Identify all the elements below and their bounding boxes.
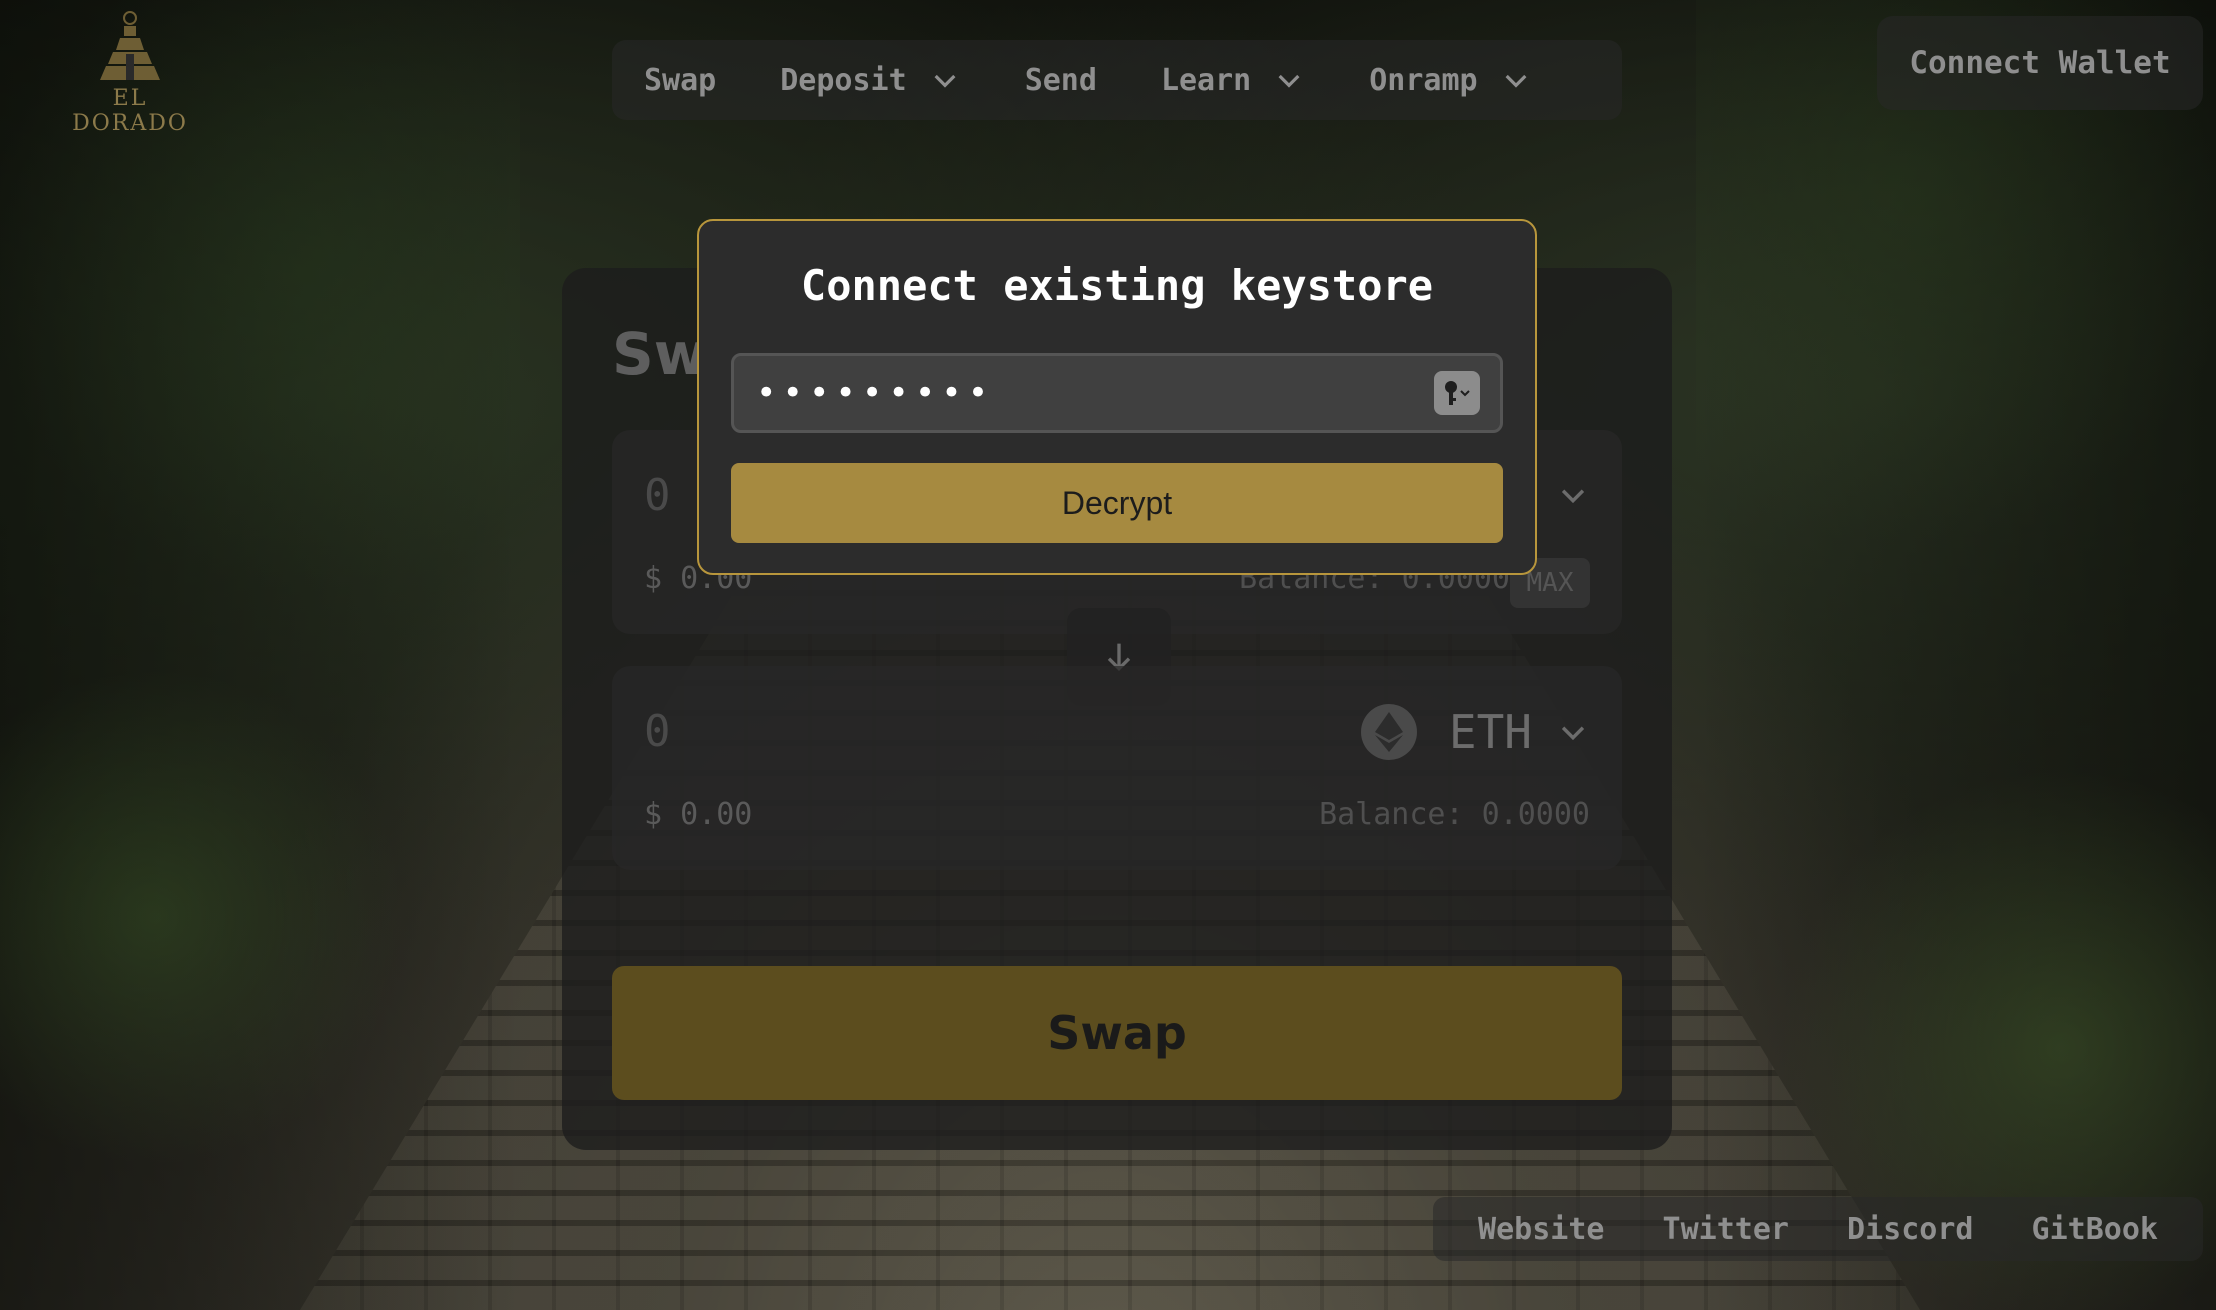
password-input[interactable]	[734, 355, 1434, 431]
nav-item-learn[interactable]: Learn	[1161, 63, 1305, 98]
to-token-symbol: ETH	[1448, 705, 1532, 759]
footer-link-website[interactable]: Website	[1478, 1212, 1604, 1247]
footer-link-gitbook[interactable]: GitBook	[2032, 1212, 2158, 1247]
logo[interactable]: EL DORADO	[55, 8, 205, 138]
password-field	[731, 353, 1503, 433]
nav-item-swap[interactable]: Swap	[644, 63, 716, 98]
logo-text: EL DORADO	[72, 86, 188, 136]
to-token-box: 0 ETH $ 0.00 Balance: 0.0000	[612, 666, 1622, 870]
chevron-down-icon	[1561, 489, 1585, 504]
nav-item-label: Deposit	[780, 62, 907, 98]
swap-submit-button[interactable]: Swap	[612, 966, 1622, 1100]
chevron-down-icon	[1278, 74, 1300, 88]
pyramid-logo-icon	[100, 11, 160, 80]
footer-links: Website Twitter Discord GitBook	[1433, 1197, 2203, 1261]
chevron-down-icon	[934, 74, 956, 88]
chevron-down-icon	[1505, 74, 1527, 88]
nav-item-label: Learn	[1160, 62, 1252, 98]
footer-link-discord[interactable]: Discord	[1847, 1212, 1973, 1247]
nav-item-label: Send	[1024, 62, 1097, 98]
nav-item-label: Swap	[644, 62, 717, 98]
to-usd-value: $ 0.00	[644, 797, 753, 832]
connect-wallet-button[interactable]: Connect Wallet	[1877, 16, 2203, 110]
to-token-select[interactable]: ETH	[1360, 704, 1590, 760]
chevron-down-icon	[1561, 726, 1585, 741]
decrypt-button[interactable]: Decrypt	[731, 463, 1503, 543]
ethereum-icon	[1360, 704, 1417, 760]
jungle-foliage-left	[0, 0, 520, 1310]
from-token-select[interactable]	[1532, 478, 1590, 512]
keystore-modal: Connect existing keystore Decrypt	[697, 219, 1537, 575]
nav-item-onramp[interactable]: Onramp	[1369, 63, 1531, 98]
nav-item-deposit[interactable]: Deposit	[780, 63, 960, 98]
to-balance: Balance: 0.0000	[1319, 797, 1590, 832]
nav-item-send[interactable]: Send	[1025, 63, 1097, 98]
jungle-foliage-right	[1696, 0, 2216, 1310]
to-amount-input[interactable]: 0	[644, 706, 671, 757]
footer-link-twitter[interactable]: Twitter	[1663, 1212, 1789, 1247]
modal-title: Connect existing keystore	[800, 261, 1434, 310]
nav-item-label: Onramp	[1369, 62, 1478, 98]
from-amount-input[interactable]: 0	[644, 470, 671, 521]
main-nav: Swap Deposit Send Learn Onramp	[612, 40, 1622, 120]
key-icon[interactable]	[1434, 371, 1480, 415]
